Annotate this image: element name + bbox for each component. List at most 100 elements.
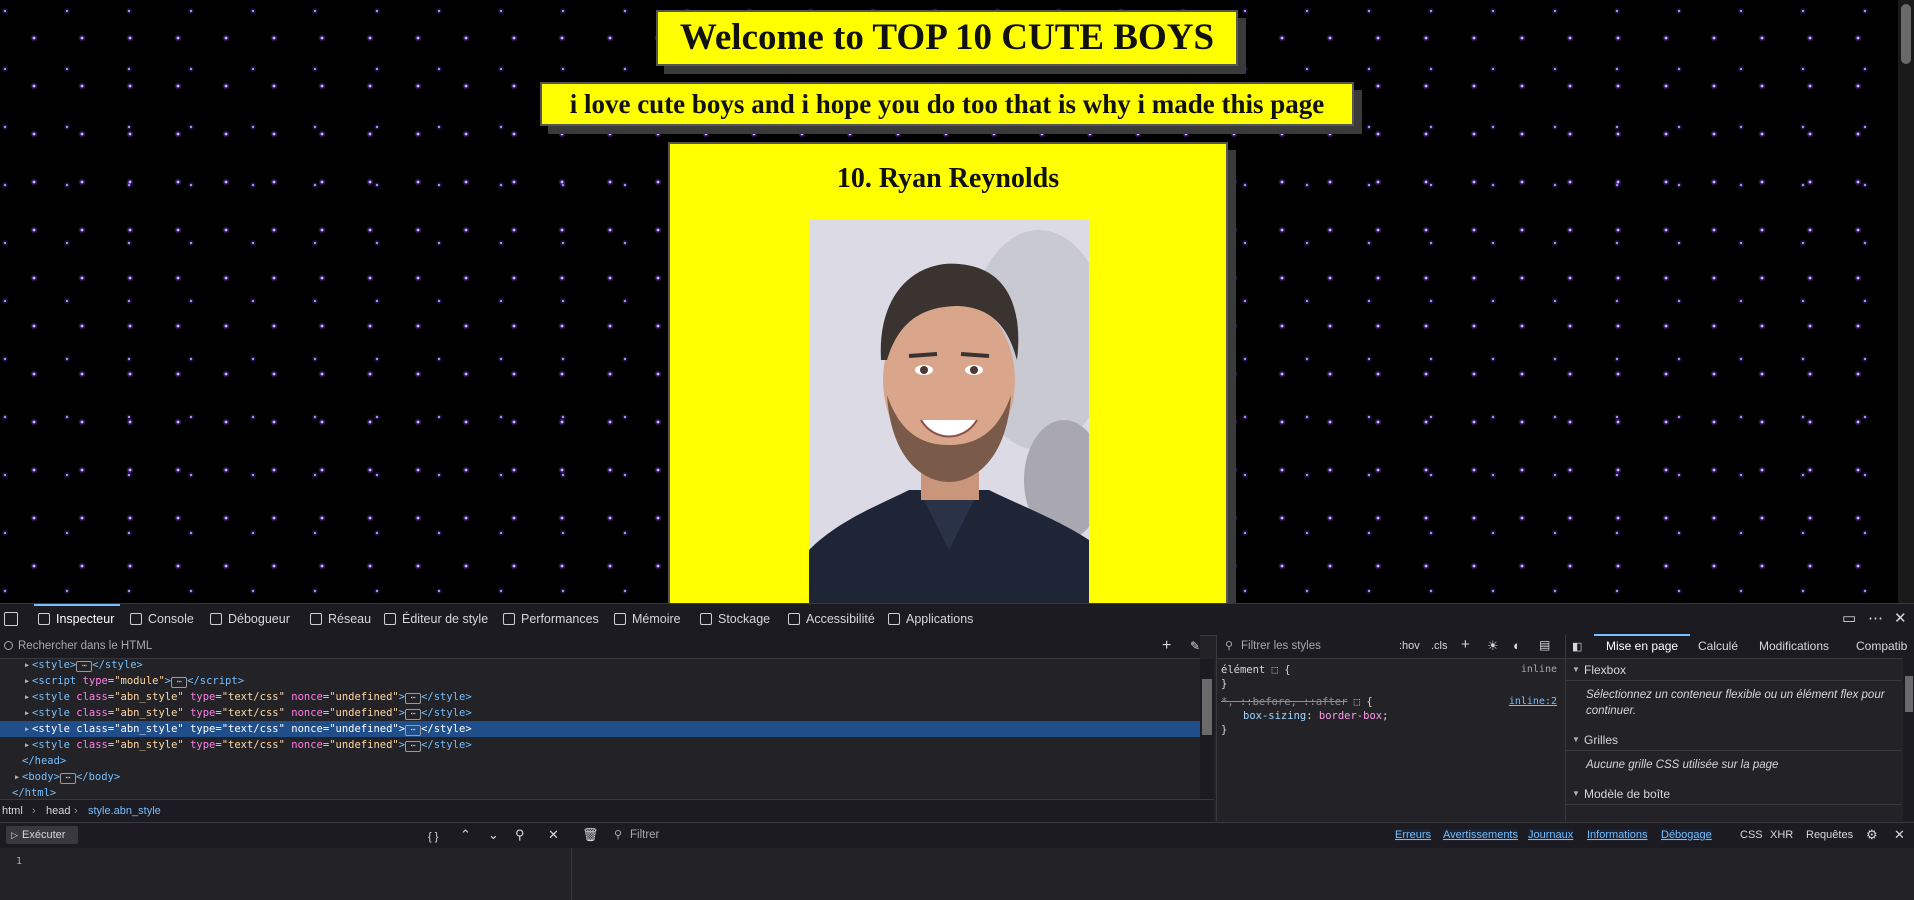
tab-debugger[interactable]: Débogueur (210, 604, 290, 635)
print-media-icon[interactable]: ▤ (1539, 638, 1550, 652)
tab-network[interactable]: Réseau (310, 604, 371, 635)
markup-node[interactable]: </head> (0, 753, 1200, 769)
previous-icon[interactable]: ⌃ (460, 827, 471, 843)
markup-node[interactable]: ▸ <script type="module"> ⋯ </script> (0, 673, 1200, 689)
tab-applications[interactable]: Applications (888, 604, 973, 635)
html-search-input[interactable]: Rechercher dans le HTML (18, 640, 152, 652)
tab-accessibility[interactable]: Accessibilité (788, 604, 875, 635)
tab-console[interactable]: Console (130, 604, 194, 635)
filter-logs[interactable]: Journaux (1528, 829, 1574, 841)
tab-label: Inspecteur (56, 612, 115, 626)
page-title: Welcome to TOP 10 CUTE BOYS (656, 10, 1238, 66)
search-icon (4, 641, 13, 650)
close-split-console-icon[interactable]: ✕ (1894, 827, 1905, 843)
storage-icon (700, 613, 712, 625)
layout-panel: ◧ Mise en page Calculé Modifications Com… (1565, 634, 1914, 821)
section-flexbox[interactable]: ▼ Flexbox (1566, 659, 1901, 681)
more-options-icon[interactable]: ⋯ (1868, 611, 1883, 627)
tab-memory[interactable]: Mémoire (614, 604, 681, 635)
filter-icon: ⚲ (1225, 640, 1234, 652)
class-toggle[interactable]: .cls (1431, 640, 1448, 652)
rules-panel: ⚲ Filtrer les styles :hov .cls + ☀ ◐ ▤ é… (1216, 635, 1565, 821)
add-node-icon[interactable]: + (1162, 637, 1171, 655)
markup-node[interactable]: ▸ <style class="abn_style" type="text/css… (0, 737, 1200, 753)
filter-errors[interactable]: Erreurs (1395, 829, 1432, 841)
filter-requests[interactable]: Requêtes (1806, 829, 1853, 841)
tab-label: Applications (906, 612, 974, 626)
tab-label: Éditeur de style (402, 612, 489, 626)
markup-node[interactable]: ▸ <style class="abn_style" type="text/css… (0, 689, 1200, 705)
css-value[interactable]: border-box (1319, 710, 1382, 722)
debugger-icon (210, 613, 222, 625)
close-devtools-icon[interactable]: ✕ (1894, 611, 1907, 627)
gear-icon[interactable]: ⚙ (1866, 827, 1878, 843)
element-rule-close: } (1221, 678, 1228, 690)
markup-node[interactable]: ▸ <style class="abn_style" type="text/css… (0, 705, 1200, 721)
filter-css[interactable]: CSS (1740, 829, 1763, 841)
filter-warnings[interactable]: Avertissements (1443, 829, 1518, 841)
toggle-sidebar-icon[interactable]: ◧ (1572, 640, 1582, 653)
trash-icon[interactable]: 🗑 (582, 827, 599, 843)
dock-side-icon[interactable]: ▭ (1842, 611, 1856, 627)
page-subtitle: i love cute boys and i hope you do too t… (540, 82, 1354, 126)
close-editor-icon[interactable]: ✕ (548, 827, 559, 843)
filter-info[interactable]: Informations (1587, 829, 1648, 841)
hover-states-toggle[interactable]: :hov (1399, 640, 1420, 652)
page-scroll-thumb[interactable] (1901, 4, 1911, 64)
tab-computed[interactable]: Calculé (1698, 639, 1738, 653)
tab-layout[interactable]: Mise en page (1593, 634, 1691, 653)
css-property[interactable]: box-sizing (1243, 710, 1306, 722)
universal-rule-source[interactable]: inline:2 (1509, 696, 1557, 707)
element-picker-icon[interactable] (4, 612, 18, 626)
css-declaration[interactable]: box-sizing: border-box; (1243, 709, 1388, 723)
add-rule-icon[interactable]: + (1461, 636, 1470, 653)
section-label: Grilles (1584, 733, 1619, 747)
layout-scroll-thumb[interactable] (1905, 676, 1913, 712)
page-scrollbar[interactable] (1898, 0, 1914, 603)
tab-label: Accessibilité (806, 612, 875, 626)
markup-node[interactable]: ▸ <style> ⋯ </style> (0, 657, 1200, 673)
tab-changes[interactable]: Modifications (1759, 639, 1829, 653)
section-grids[interactable]: ▼ Grilles (1566, 729, 1901, 751)
light-theme-icon[interactable]: ☀ (1487, 638, 1499, 654)
tab-label: Console (148, 612, 194, 626)
next-icon[interactable]: ⌄ (488, 827, 499, 843)
tab-storage[interactable]: Stockage (700, 604, 770, 635)
run-button[interactable]: Exécuter (6, 826, 78, 844)
rules-filter-input[interactable]: Filtrer les styles (1241, 640, 1321, 652)
console-editor[interactable]: 1 (0, 848, 572, 900)
filter-debug[interactable]: Débogage (1661, 829, 1712, 841)
markup-scroll-thumb[interactable] (1202, 679, 1212, 735)
tab-label: Débogueur (228, 612, 290, 626)
tab-performance[interactable]: Performances (503, 604, 599, 635)
breadcrumb-head[interactable]: head (46, 800, 70, 822)
tab-label: Réseau (328, 612, 372, 626)
html-search-bar[interactable]: Rechercher dans le HTML + ✎ (0, 635, 1200, 659)
tab-label: Mémoire (632, 612, 681, 626)
memory-icon (614, 613, 626, 625)
element-selector-text: élément (1221, 664, 1266, 676)
tab-style-editor[interactable]: Éditeur de style (384, 604, 488, 635)
console-filter-input[interactable]: Filtrer (630, 829, 659, 841)
element-rule-selector: élément ⬚ { (1221, 664, 1291, 676)
inspector-icon (38, 613, 50, 625)
markup-scrollbar[interactable] (1200, 659, 1214, 799)
markup-tree[interactable]: ▸ <style> ⋯ </style> ▸ <script type="module"… (0, 659, 1200, 799)
tab-compatibility[interactable]: Compatib (1856, 639, 1907, 653)
zoom-icon[interactable]: ⚲ (515, 827, 525, 843)
breadcrumb-separator: › (32, 805, 36, 817)
breadcrumb-style[interactable]: style.abn_style (88, 800, 161, 822)
markup-node-selected[interactable]: ▸ <style class="abn_style" type="text/css… (0, 721, 1200, 737)
pretty-print-icon[interactable]: { } (428, 829, 438, 845)
filter-xhr[interactable]: XHR (1770, 829, 1793, 841)
breadcrumb-html[interactable]: html (2, 800, 23, 822)
eyedropper-icon[interactable]: ✎ (1190, 639, 1200, 653)
markup-node[interactable]: ▸ <body> ⋯ </body> (0, 769, 1200, 785)
tab-inspector[interactable]: Inspecteur (33, 604, 121, 635)
dark-theme-icon[interactable]: ◐ (1513, 638, 1521, 653)
section-box-model[interactable]: ▼ Modèle de boîte (1566, 783, 1901, 805)
universal-rule-close: } (1221, 724, 1228, 736)
layout-scrollbar[interactable] (1903, 658, 1914, 821)
performance-icon (503, 613, 515, 625)
tab-label: Stockage (718, 612, 771, 626)
